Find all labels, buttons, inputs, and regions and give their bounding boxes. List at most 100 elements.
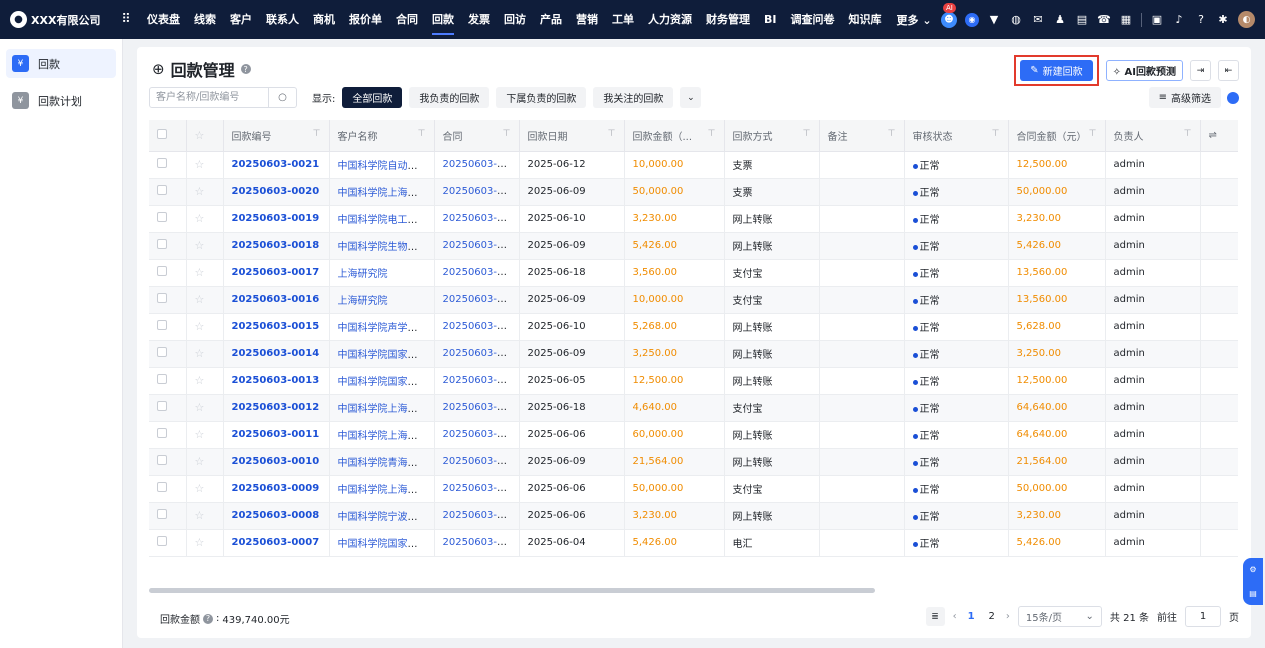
row-checkbox[interactable] [157,158,167,168]
payment-code-link[interactable]: 20250603-0020 [232,186,320,197]
bell-icon[interactable]: ♪ [1172,13,1186,27]
title-help-icon[interactable]: ? [240,64,251,74]
help-icon[interactable]: ? [1194,13,1208,27]
row-checkbox[interactable] [157,536,167,546]
filter-chip-0[interactable]: 全部回款 [342,87,403,108]
table-row[interactable]: ☆ 20250603-0008 中国科学院宁波材... 20250603-0029 20… [149,502,1238,530]
table-row[interactable]: ☆ 20250603-0012 中国科学院上海应... 20250603-0032 20… [149,394,1238,422]
row-checkbox[interactable] [157,455,167,465]
advanced-filter-button[interactable]: ≡ 高级筛选 [1148,87,1221,108]
nav-item-0[interactable]: 仪表盘 [140,0,187,39]
row-checkbox[interactable] [157,347,167,357]
nav-item-11[interactable]: 营销 [569,0,605,39]
row-checkbox[interactable] [157,509,167,519]
customer-link[interactable]: 上海研究院 [338,269,388,280]
star-icon[interactable]: ☆ [195,266,205,279]
customer-link[interactable]: 中国科学院上海高... [338,485,428,496]
nav-item-4[interactable]: 商机 [306,0,342,39]
phone-icon[interactable]: ☎ [1097,13,1111,27]
nav-item-7[interactable]: 回款 [425,0,461,39]
user-icon[interactable]: ♟ [1053,13,1067,27]
search-button[interactable]: ○ [268,88,296,107]
table-row[interactable]: ☆ 20250603-0014 中国科学院国家空... 20250603-0034..… [149,340,1238,368]
column-header-1[interactable]: 客户名称 ⊤ [329,120,435,152]
table-row[interactable]: ☆ 20250603-0021 中国科学院自动化... 20250603-0024..… [149,151,1238,179]
horizontal-scrollbar[interactable] [149,588,875,593]
contract-link[interactable]: 20250603-0033 [443,375,519,386]
nav-item-15[interactable]: BI [757,0,783,39]
table-row[interactable]: ☆ 20250603-0011 中国科学院上海应... 20250603-0032 20… [149,421,1238,449]
column-header-2[interactable]: 合同 ⊤ [434,120,520,152]
column-filter-icon[interactable]: ⊤ [992,129,1000,139]
star-icon[interactable]: ☆ [195,158,205,171]
table-row[interactable]: ☆ 20250603-0016 上海研究院 20250603-0036 2025-06-… [149,286,1238,314]
table-row[interactable]: ☆ 20250603-0010 中国科学院青海盐... 20250603-0031 20… [149,448,1238,476]
row-checkbox[interactable] [157,320,167,330]
payment-code-link[interactable]: 20250603-0011 [232,429,320,440]
star-icon[interactable]: ☆ [195,347,205,360]
calendar-icon[interactable]: ▦ [1119,13,1133,27]
column-filter-icon[interactable]: ⊤ [888,129,896,139]
table-row[interactable]: ☆ 20250603-0013 中国科学院国家空... 20250603-0033 20… [149,367,1238,395]
column-filter-icon[interactable]: ⊤ [608,129,616,139]
table-row[interactable]: ☆ 20250603-0018 中国科学院生物物... 20250603-0037 20… [149,232,1238,260]
row-checkbox[interactable] [157,293,167,303]
sidebar-item-payment-plan[interactable]: ¥ 回款计划 [6,86,116,115]
nav-item-16[interactable]: 调查问卷 [783,0,841,39]
page-number-2[interactable]: 2 [986,611,998,622]
table-row[interactable]: ☆ 20250603-0007 中国科学院国家空... 20250603-0028 20… [149,529,1238,557]
star-icon[interactable]: ☆ [195,185,205,198]
nav-item-8[interactable]: 发票 [461,0,497,39]
list-view-icon[interactable]: ≣ [925,607,945,626]
column-header-5[interactable]: 回款方式 ⊤ [724,120,820,152]
column-filter-icon[interactable]: ⊤ [1184,129,1192,139]
floating-toolbar[interactable]: ⚙ ▤ [1243,558,1263,605]
row-checkbox[interactable] [157,185,167,195]
payment-code-link[interactable]: 20250603-0019 [232,213,320,224]
customer-link[interactable]: 中国科学院上海应... [338,404,428,415]
payment-code-link[interactable]: 20250603-0008 [232,510,320,521]
customer-link[interactable]: 中国科学院国家空... [338,350,428,361]
prev-page-button[interactable]: ‹ [953,611,957,622]
star-icon[interactable]: ☆ [195,293,205,306]
contract-link[interactable]: 20250603-0037 [443,240,519,251]
column-header-0[interactable]: 回款编号 ⊤ [223,120,330,152]
search-input[interactable] [150,88,268,107]
globe-icon[interactable]: ◍ [1009,13,1023,27]
row-checkbox[interactable] [157,482,167,492]
page-size-select[interactable]: 15条/页 ⌄ [1017,606,1102,627]
customer-link[interactable]: 中国科学院宁波材... [338,512,428,523]
star-icon[interactable]: ☆ [195,239,205,252]
star-icon[interactable]: ☆ [195,536,205,549]
new-payment-button[interactable]: ✎ 新建回款 [1020,60,1093,81]
mail-icon[interactable]: ✉ [1031,13,1045,27]
column-header-7[interactable]: 审核状态 ⊤ [904,120,1009,152]
filter-chip-3[interactable]: 我关注的回款 [593,87,674,108]
star-icon[interactable]: ☆ [195,320,205,333]
filter-chip-2[interactable]: 下属负责的回款 [496,87,587,108]
table-row[interactable]: ☆ 20250603-0009 中国科学院上海高... 20250603-0030 20… [149,475,1238,503]
nav-item-14[interactable]: 财务管理 [699,0,757,39]
row-checkbox[interactable] [157,428,167,438]
row-checkbox[interactable] [157,239,167,249]
table-row[interactable]: ☆ 20250603-0020 中国科学院上海硅... 20250603-0039 20… [149,178,1238,206]
nav-item-13[interactable]: 人力资源 [641,0,699,39]
payment-code-link[interactable]: 20250603-0009 [232,483,320,494]
contract-link[interactable]: 20250603-0035 [443,321,519,332]
star-icon[interactable]: ☆ [195,428,205,441]
star-icon[interactable]: ☆ [195,212,205,225]
table-row[interactable]: ☆ 20250603-0019 中国科学院电工研... 20250603-0038 20… [149,205,1238,233]
column-header-9[interactable]: 负责人 ⊤ [1105,120,1201,152]
payment-code-link[interactable]: 20250603-0013 [232,375,320,386]
payment-code-link[interactable]: 20250603-0017 [232,267,320,278]
star-icon[interactable]: ☆ [195,401,205,414]
customer-link[interactable]: 中国科学院生物物... [338,242,428,253]
contract-link[interactable]: 20250603-0028 [443,537,519,548]
column-header-3[interactable]: 回款日期 ⊤ [519,120,625,152]
nav-item-3[interactable]: 联系人 [259,0,306,39]
customer-link[interactable]: 中国科学院国家空... [338,539,428,550]
nav-item-12[interactable]: 工单 [605,0,641,39]
page-number-1[interactable]: 1 [965,611,978,622]
row-checkbox[interactable] [157,266,167,276]
contract-link[interactable]: 20250603-0036 [443,294,519,305]
